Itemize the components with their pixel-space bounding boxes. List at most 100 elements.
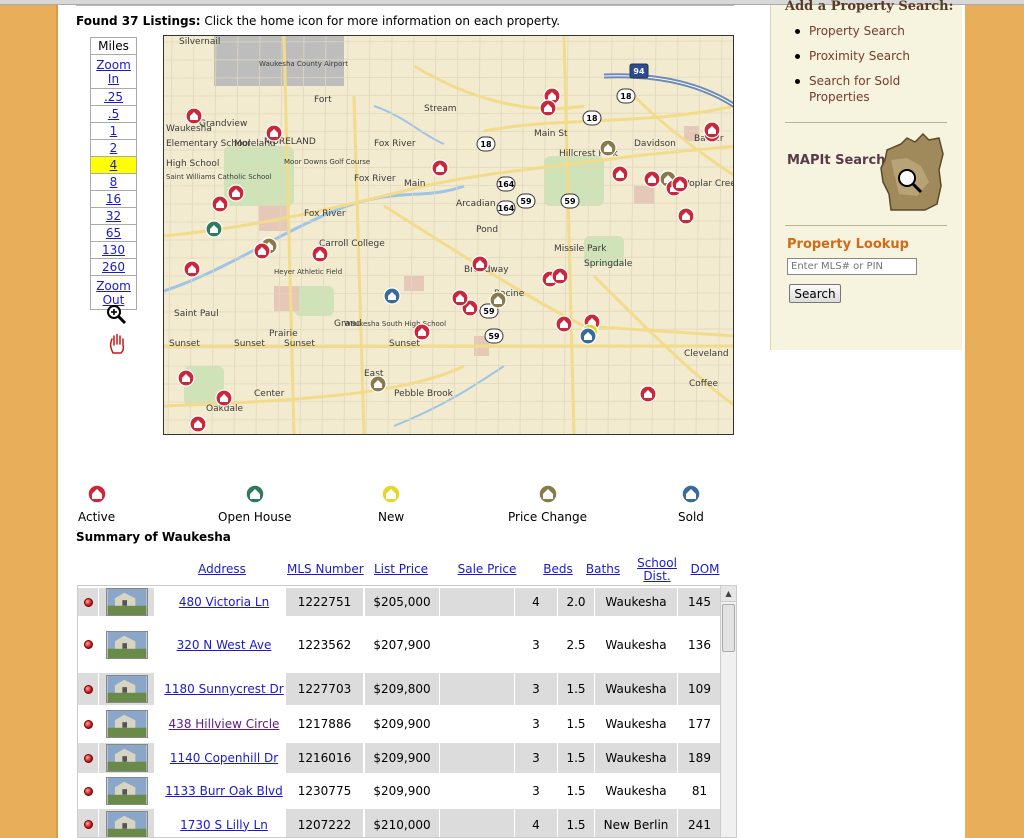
address-link[interactable]: 1140 Copenhill Dr <box>170 751 278 765</box>
property-pin-icon[interactable] <box>185 107 203 125</box>
wisconsin-magnifier-icon[interactable] <box>877 130 947 214</box>
zoom-scale-link[interactable]: .5 <box>108 107 119 121</box>
zoom-scale-link[interactable]: 4 <box>110 158 118 172</box>
property-pin-icon[interactable] <box>555 315 573 333</box>
property-search-link[interactable]: Property Search <box>793 23 958 39</box>
property-thumbnail[interactable] <box>105 630 148 659</box>
property-pin-icon[interactable] <box>383 287 401 305</box>
property-pin-icon[interactable] <box>227 184 245 202</box>
listings-header-row: Address MLS Number List Price Sale Price… <box>76 553 736 583</box>
property-thumbnail[interactable] <box>105 710 148 738</box>
address-link[interactable]: 320 N West Ave <box>177 638 272 652</box>
magnifier-zoom-icon[interactable] <box>105 303 127 325</box>
property-pin-icon[interactable] <box>215 389 233 407</box>
search-sold-link[interactable]: Search for Sold Properties <box>793 73 958 105</box>
property-pin-icon[interactable] <box>253 242 271 260</box>
property-pin-icon[interactable] <box>431 159 449 177</box>
zoom-scale-link[interactable]: 1 <box>110 124 118 138</box>
status-bullet-icon[interactable] <box>83 640 93 649</box>
property-pin-icon[interactable] <box>489 291 507 309</box>
property-pin-icon[interactable] <box>211 195 229 213</box>
column-mls-number[interactable]: MLS Number <box>287 563 364 576</box>
status-bullet-icon[interactable] <box>83 719 93 729</box>
property-pin-icon[interactable] <box>643 170 661 188</box>
table-cell: 1.5 <box>558 673 594 705</box>
proximity-search-link[interactable]: Proximity Search <box>793 48 958 64</box>
mls-number: 1222751 <box>297 595 352 609</box>
status-bullet-icon[interactable] <box>83 820 93 829</box>
property-pin-icon[interactable] <box>471 255 489 273</box>
hand-pan-icon[interactable] <box>108 333 128 355</box>
address-link[interactable]: 1180 Sunnycrest Dr <box>164 682 283 696</box>
beds: 3 <box>532 717 540 731</box>
property-pin-icon[interactable] <box>599 139 617 157</box>
table-cell: 81 <box>678 777 721 805</box>
baths: 1.5 <box>566 751 586 765</box>
school-district: Waukesha <box>605 717 667 731</box>
column-address[interactable]: Address <box>196 563 248 576</box>
property-pin-icon[interactable] <box>451 289 469 307</box>
zoom-scale-link[interactable]: 8 <box>110 175 118 189</box>
property-thumbnail[interactable] <box>105 744 148 772</box>
table-cell: 3 <box>515 743 557 773</box>
status-bullet-icon[interactable] <box>83 786 93 796</box>
zoom-in-link[interactable]: Zoom In <box>96 58 131 86</box>
address-link[interactable]: 1133 Burr Oak Blvd <box>165 784 283 798</box>
zoom-scale-link[interactable]: 32 <box>106 209 121 223</box>
lookup-search-button[interactable]: Search <box>789 284 841 303</box>
scroll-thumb[interactable] <box>722 604 735 652</box>
property-pin-icon[interactable] <box>311 245 329 263</box>
address-link[interactable]: 480 Victoria Ln <box>179 595 269 609</box>
property-pin-icon[interactable] <box>183 260 201 278</box>
column-school-dist[interactable]: School Dist. <box>636 557 678 583</box>
property-pin-icon[interactable] <box>177 369 195 387</box>
table-cell <box>78 777 98 805</box>
street-map[interactable]: Silvernail Waukesha County Airport Fort Wau… <box>164 36 734 435</box>
map-label: High School <box>166 159 219 169</box>
map-label: Main St <box>534 129 568 139</box>
column-dom[interactable]: DOM <box>690 563 720 576</box>
legend-item-sold: Sold <box>678 483 704 524</box>
property-thumbnail[interactable] <box>105 810 148 838</box>
zoom-in-link-cell: Zoom In <box>90 54 137 89</box>
property-pin-icon[interactable] <box>539 99 557 117</box>
property-pin-icon[interactable] <box>413 323 431 341</box>
column-beds[interactable]: Beds <box>542 563 574 576</box>
address-link[interactable]: 1730 S Lilly Ln <box>180 818 268 832</box>
table-cell: 1223562 <box>286 620 363 669</box>
table-scrollbar[interactable]: ▲ <box>720 586 736 837</box>
property-pin-icon[interactable] <box>551 267 569 285</box>
zoom-scale-table: Miles Zoom In .25.5 1 2 4 8 16 32 65 130 260 Zoom Ou… <box>90 37 137 310</box>
property-pin-icon[interactable] <box>671 175 689 193</box>
zoom-scale-link[interactable]: 2 <box>110 141 118 155</box>
status-bullet-icon[interactable] <box>83 597 93 607</box>
property-pin-icon[interactable] <box>369 375 387 393</box>
zoom-scale-link[interactable]: .25 <box>104 90 123 104</box>
property-thumbnail[interactable] <box>105 777 148 805</box>
scroll-up-arrow-icon[interactable]: ▲ <box>721 586 736 602</box>
column-baths[interactable]: Baths <box>585 563 621 576</box>
property-pin-icon[interactable] <box>265 124 283 142</box>
column-list-price[interactable]: List Price <box>374 563 428 576</box>
zoom-scale-link[interactable]: 65 <box>106 226 121 240</box>
mapit-search-link[interactable]: MAPIt Search <box>787 153 885 168</box>
address-link[interactable]: 438 Hillview Circle <box>169 717 280 731</box>
map-view[interactable]: Silvernail Waukesha County Airport Fort Wau… <box>163 35 734 435</box>
property-pin-icon[interactable] <box>639 385 657 403</box>
status-bullet-icon[interactable] <box>83 753 93 763</box>
mls-pin-input[interactable] <box>787 258 917 275</box>
column-sale-price[interactable]: Sale Price <box>457 563 517 576</box>
list-price: $205,000 <box>373 595 431 609</box>
status-bullet-icon[interactable] <box>83 684 93 694</box>
property-pin-icon[interactable] <box>611 165 629 183</box>
property-pin-icon[interactable] <box>189 415 207 433</box>
property-pin-icon[interactable] <box>205 220 223 238</box>
property-pin-icon[interactable] <box>677 207 695 225</box>
zoom-scale-link[interactable]: 16 <box>106 192 121 206</box>
property-pin-icon[interactable] <box>703 121 721 139</box>
property-thumbnail[interactable] <box>105 675 148 703</box>
property-thumbnail[interactable] <box>105 588 148 616</box>
zoom-scale-link[interactable]: 260 <box>102 260 125 274</box>
zoom-scale-link[interactable]: 130 <box>102 243 125 257</box>
property-pin-icon[interactable] <box>579 327 597 345</box>
